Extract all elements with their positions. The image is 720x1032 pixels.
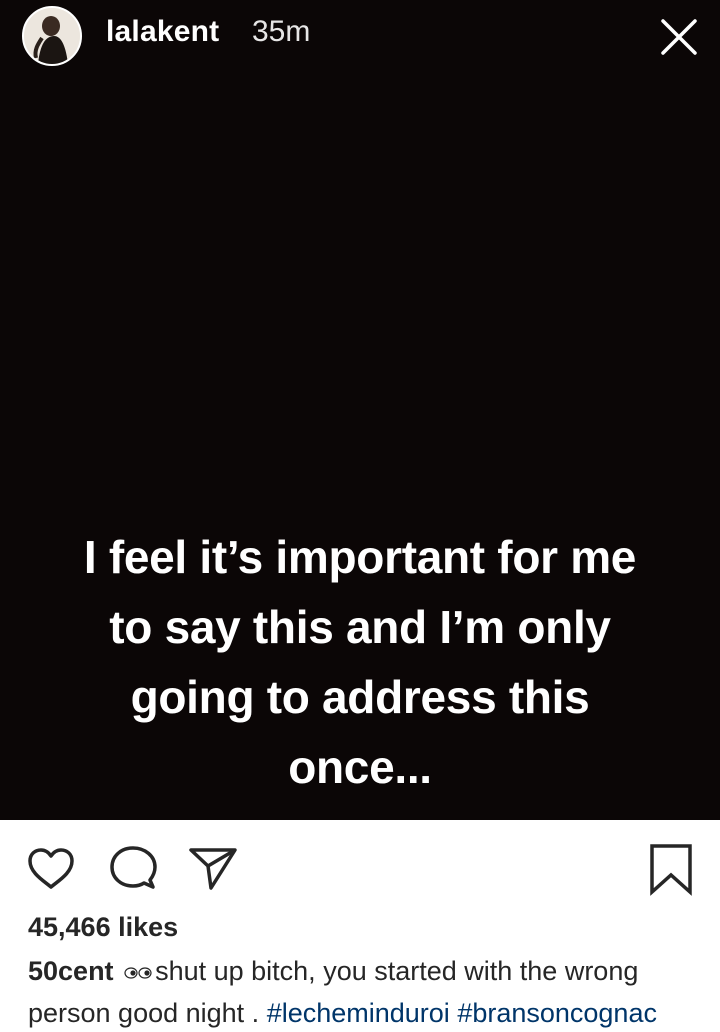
likes-count[interactable]: 45,466 likes <box>28 912 178 943</box>
story-timestamp: 35m <box>252 15 311 48</box>
story-text: I feel it’s important for me to say this… <box>20 522 700 802</box>
story-header: lalakent 35m <box>0 0 720 72</box>
close-icon[interactable] <box>656 14 702 60</box>
eyes-emoji-icon <box>123 952 153 990</box>
share-icon[interactable] <box>186 842 240 896</box>
bookmark-icon[interactable] <box>644 842 698 896</box>
hashtag-link[interactable]: #bransoncognac <box>457 998 657 1028</box>
avatar[interactable] <box>22 6 82 66</box>
hashtag-link[interactable]: #lecheminduroi <box>267 998 450 1028</box>
heart-icon[interactable] <box>24 842 78 896</box>
story-text-line: to say this and I’m only <box>109 601 611 653</box>
caption-author[interactable]: 50cent <box>28 956 114 986</box>
story-text-line: once... <box>288 741 432 793</box>
post-caption: 50cent shut up bitch, you started with t… <box>28 952 708 1032</box>
story-text-line: going to address this <box>130 671 590 723</box>
story-viewer[interactable]: lalakent 35m I feel it’s important for m… <box>0 0 720 820</box>
caption-text-part1: shut up bitch, <box>155 956 324 987</box>
story-text-line: I feel it’s important for me <box>83 531 637 583</box>
comment-icon[interactable] <box>106 842 160 896</box>
post-actions-bar <box>0 830 720 910</box>
story-username[interactable]: lalakent <box>106 15 219 49</box>
